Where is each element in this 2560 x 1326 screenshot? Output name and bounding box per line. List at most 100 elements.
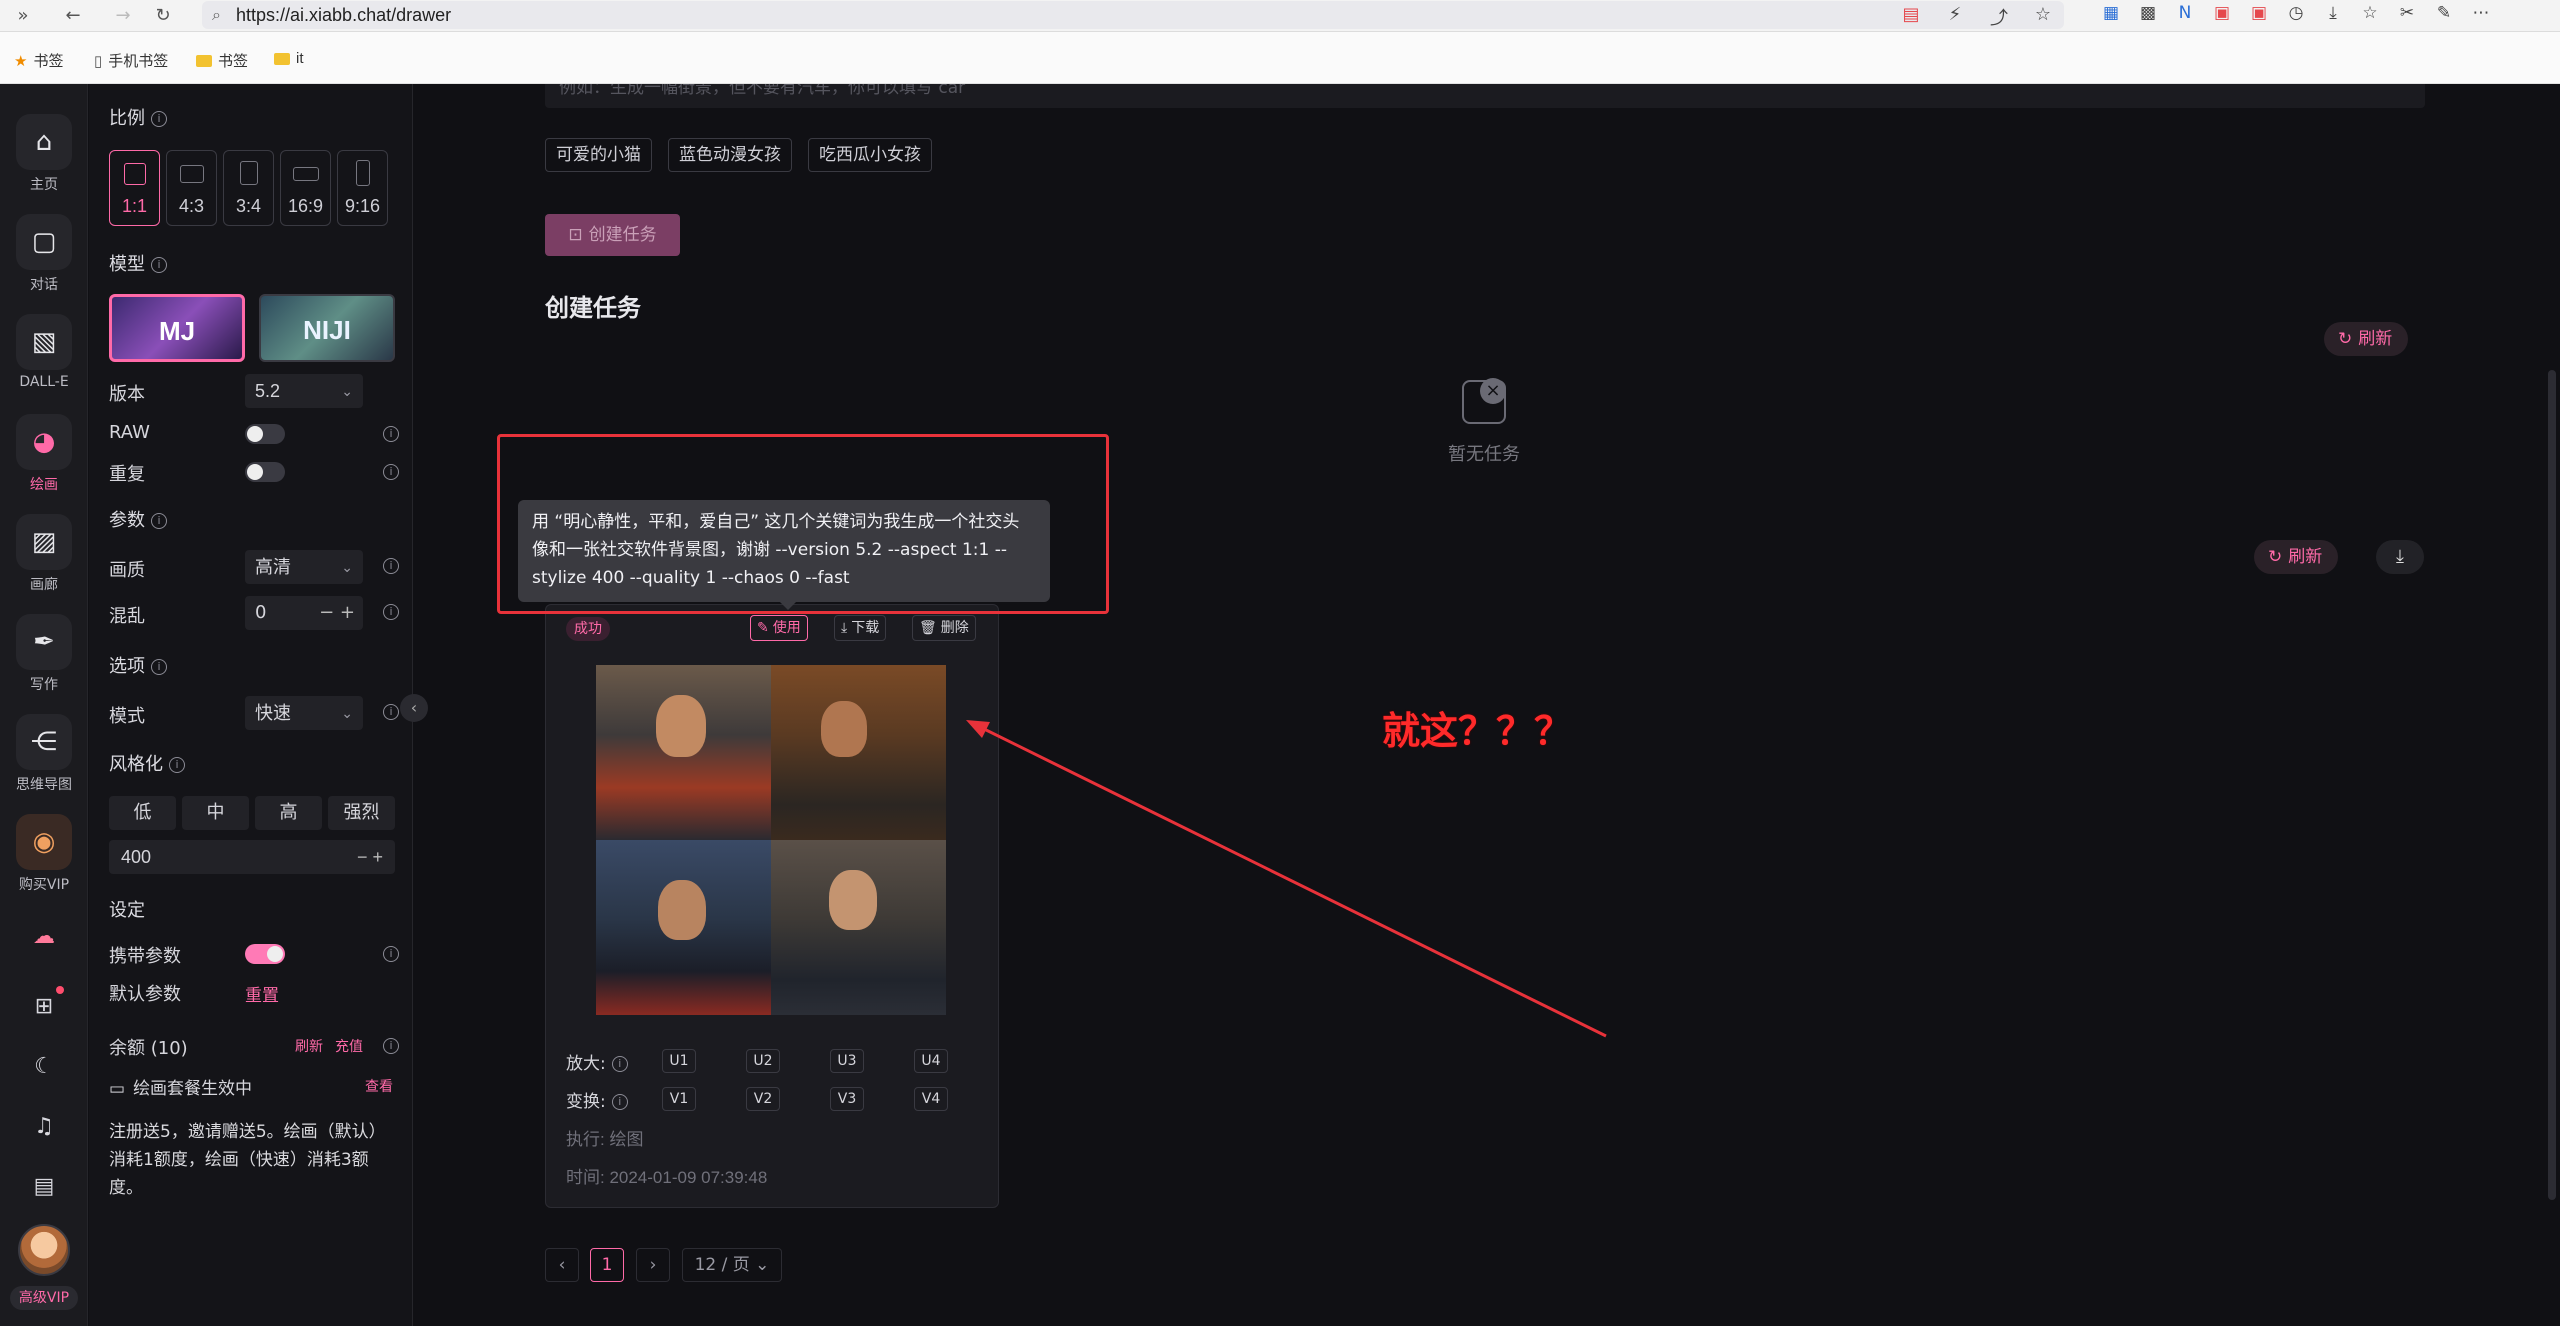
ratio-option[interactable]: 4:3 [166, 150, 217, 226]
menu-icon[interactable]: ⋯ [2470, 3, 2492, 23]
upscale-u3-button[interactable]: U3 [830, 1049, 864, 1073]
qr-icon[interactable]: ▩ [2137, 3, 2159, 23]
page-number[interactable]: 1 [590, 1248, 624, 1282]
rail-item-home[interactable]: ⌂ 主页 [0, 114, 88, 194]
refresh-tasks-button[interactable]: ↻ 刷新 [2324, 322, 2409, 356]
use-button[interactable]: ✎ 使用 [750, 615, 808, 641]
upscale-u1-button[interactable]: U1 [662, 1049, 696, 1073]
bookmark-item[interactable]: ▯ 手机书签 [94, 50, 168, 71]
avatar[interactable] [18, 1224, 70, 1276]
ratio-option[interactable]: 9:16 [337, 150, 388, 226]
info-icon[interactable]: i [383, 1038, 399, 1054]
stylize-strong-button[interactable]: 强烈 [328, 796, 395, 830]
recharge-link[interactable]: 充值 [335, 1036, 363, 1056]
pdf-icon[interactable]: ▣ [2211, 3, 2233, 23]
download-button[interactable]: ⤓ 下载 [834, 615, 887, 641]
info-icon[interactable]: i [151, 513, 167, 529]
collapse-panel-button[interactable]: ‹ [400, 694, 428, 722]
model-mj-card[interactable]: MJ [109, 294, 245, 362]
extension-icon[interactable]: ▦ [2100, 3, 2122, 23]
refresh-gallery-button[interactable]: ↻ 刷新 [2254, 540, 2339, 574]
info-icon[interactable]: i [383, 558, 399, 574]
info-icon[interactable]: i [383, 604, 399, 620]
stepper-controls-icon[interactable]: − + [319, 596, 355, 630]
share-icon[interactable]: ⤴ [1988, 4, 2010, 30]
repeat-toggle[interactable] [245, 462, 285, 482]
info-icon[interactable]: i [151, 257, 167, 273]
ratio-option[interactable]: 16:9 [280, 150, 331, 226]
upscale-u2-button[interactable]: U2 [746, 1049, 780, 1073]
rail-item-draw[interactable]: ◕ 绘画 [0, 414, 88, 494]
version-select[interactable]: 5.2 ⌄ [245, 374, 363, 408]
gift-icon[interactable]: ⊞ [0, 994, 88, 1019]
stepper-controls-icon[interactable]: − + [357, 840, 383, 874]
prompt-input[interactable]: 例如：生成一幅街景，但不要有汽车，你可以填写 car [545, 84, 2425, 108]
info-icon[interactable]: i [151, 659, 167, 675]
refresh-balance-link[interactable]: 刷新 [295, 1036, 323, 1056]
page-size-select[interactable]: 12 / 页 ⌄ [682, 1248, 782, 1282]
stylize-stepper[interactable]: 400− + [109, 840, 395, 874]
example-chip[interactable]: 蓝色动漫女孩 [668, 138, 792, 172]
stylize-high-button[interactable]: 高 [255, 796, 322, 830]
result-image-grid[interactable] [596, 665, 946, 1015]
reader-icon[interactable]: ▤ [1900, 4, 1922, 30]
stylize-low-button[interactable]: 低 [109, 796, 176, 830]
example-chip[interactable]: 可爱的小猫 [545, 138, 652, 172]
reset-link[interactable]: 重置 [245, 981, 279, 1006]
result-image[interactable] [771, 665, 946, 840]
address-bar[interactable]: ⌕ https://ai.xiabb.chat/drawer ▤ ⚡ ⤴ ☆ [202, 1, 2064, 29]
ratio-option[interactable]: 1:1 [109, 150, 160, 226]
example-chip[interactable]: 吃西瓜小女孩 [808, 138, 932, 172]
lightning-icon[interactable]: ⚡ [1944, 4, 1966, 30]
variation-v4-button[interactable]: V4 [914, 1087, 948, 1111]
info-icon[interactable]: i [383, 704, 399, 720]
info-icon[interactable]: i [169, 757, 185, 773]
bookmark-item[interactable]: 书签 [196, 50, 248, 71]
info-icon[interactable]: i [383, 426, 399, 442]
info-icon[interactable]: i [611, 1056, 628, 1072]
mode-select[interactable]: 快速 ⌄ [245, 696, 363, 730]
ratio-option[interactable]: 3:4 [223, 150, 274, 226]
model-niji-card[interactable]: NIJI [259, 294, 395, 362]
rail-item-dalle[interactable]: ▧ DALL-E [0, 314, 88, 390]
next-page-button[interactable]: › [636, 1248, 670, 1282]
scissors-icon[interactable]: ✂ [2396, 3, 2418, 23]
sidebar-toggle-icon[interactable]: » [10, 4, 36, 28]
download-all-button[interactable]: ⤓ [2376, 540, 2424, 574]
forward-icon[interactable]: → [110, 4, 136, 28]
rail-item-write[interactable]: ✒ 写作 [0, 614, 88, 694]
rail-item-gallery[interactable]: ▨ 画廊 [0, 514, 88, 594]
back-icon[interactable]: ← [60, 4, 86, 28]
url-text[interactable]: https://ai.xiabb.chat/drawer [236, 5, 451, 26]
result-image[interactable] [596, 840, 771, 1015]
app-icon[interactable]: ▣ [2248, 3, 2270, 23]
rail-item-mindmap[interactable]: ⋲ 思维导图 [0, 714, 88, 794]
download-icon[interactable]: ⤓ [2322, 3, 2344, 23]
result-image[interactable] [596, 665, 771, 840]
reload-icon[interactable]: ↻ [150, 4, 176, 28]
info-icon[interactable]: i [151, 111, 167, 127]
delete-button[interactable]: 🗑 删除 [912, 615, 976, 641]
info-icon[interactable]: i [383, 464, 399, 480]
moon-icon[interactable]: ☾ [0, 1054, 88, 1079]
result-image[interactable] [771, 840, 946, 1015]
quality-select[interactable]: 高清 ⌄ [245, 550, 363, 584]
variation-v1-button[interactable]: V1 [662, 1087, 696, 1111]
cloud-icon[interactable]: ☁ [0, 924, 88, 949]
variation-v2-button[interactable]: V2 [746, 1087, 780, 1111]
bookmark-item[interactable]: it [274, 50, 304, 67]
stylize-mid-button[interactable]: 中 [182, 796, 249, 830]
star-icon[interactable]: ☆ [2032, 4, 2054, 30]
briefcase-icon[interactable]: ▤ [0, 1174, 88, 1199]
carry-params-toggle[interactable] [245, 944, 285, 964]
info-icon[interactable]: i [383, 946, 399, 962]
history-icon[interactable]: ◷ [2285, 3, 2307, 23]
chaos-stepper[interactable]: 0− + [245, 596, 363, 630]
collections-icon[interactable]: ☆ [2359, 3, 2381, 23]
prev-page-button[interactable]: ‹ [545, 1248, 579, 1282]
upscale-u4-button[interactable]: U4 [914, 1049, 948, 1073]
rail-item-buy-vip[interactable]: ◉ 购买VIP [0, 814, 88, 894]
pen-icon[interactable]: ✎ [2433, 3, 2455, 23]
translate-icon[interactable]: N [2174, 3, 2196, 23]
view-package-link[interactable]: 查看 [365, 1076, 393, 1096]
